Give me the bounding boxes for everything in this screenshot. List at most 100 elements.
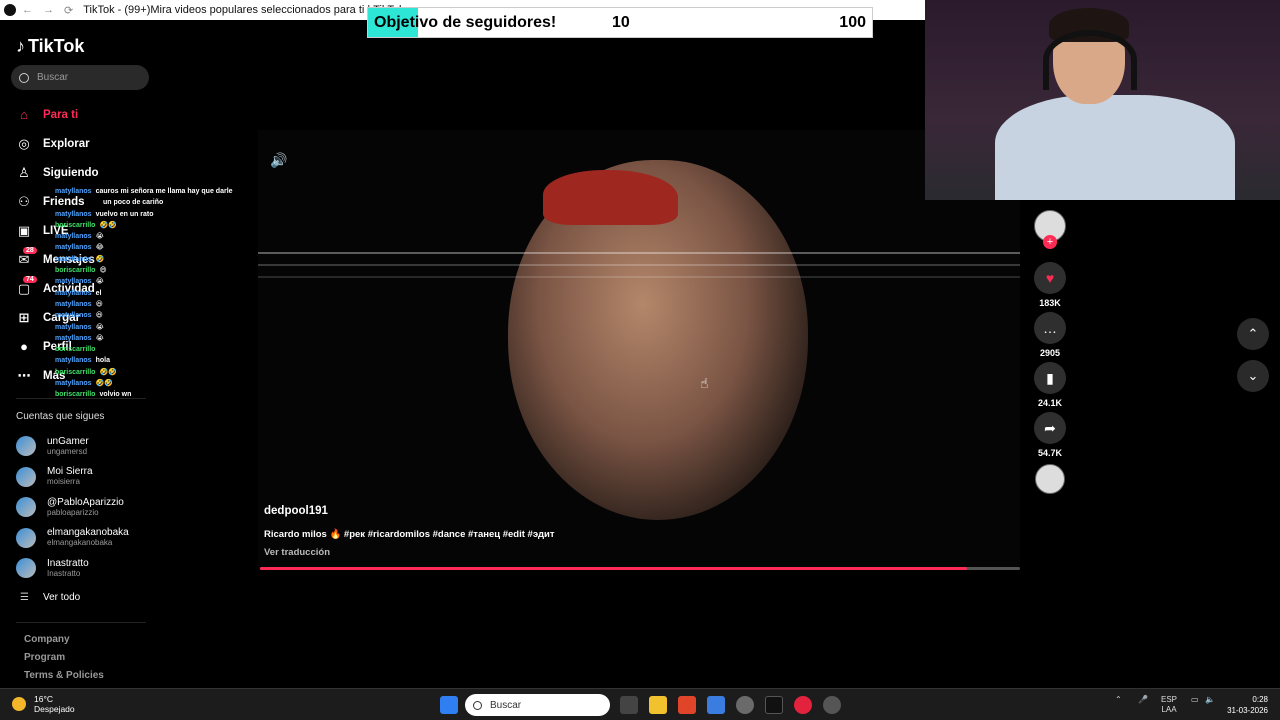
bookmark-icon: ▮ — [1034, 362, 1066, 394]
clock-time: 0:28 — [1252, 695, 1268, 704]
chat-text: 🤣🤣 — [99, 368, 117, 376]
chat-text: volvio wn — [99, 391, 132, 399]
account-handle: ungamersd — [47, 446, 88, 456]
windows-start-icon[interactable] — [440, 696, 458, 714]
goal-current: 10 — [612, 13, 630, 31]
following-account[interactable]: unGamer ungamersd — [16, 431, 166, 462]
friends-icon: ⚇ — [18, 193, 30, 209]
chat-message: matyllanos cauros mi señora me llama hay … — [55, 186, 255, 197]
taskbar-search[interactable]: Buscar — [465, 694, 610, 716]
youtube-music-icon[interactable] — [794, 696, 812, 714]
tiktok-taskbar-icon[interactable] — [765, 696, 783, 714]
chat-username: boriscarrillo — [55, 391, 96, 399]
translate-link[interactable]: Ver traducción — [264, 547, 330, 558]
network-icon[interactable]: ▭ — [1191, 695, 1199, 704]
comment-button[interactable]: … 2905 — [1030, 312, 1070, 362]
chat-message: matyllanos 😭 — [55, 333, 255, 344]
nav-item-user-follow[interactable]: ♙ Siguiendo — [16, 158, 156, 187]
file-explorer-icon[interactable] — [649, 696, 667, 714]
video-progress-fill — [260, 567, 967, 570]
following-account[interactable]: Moi Sierra moisierra — [16, 462, 166, 493]
divider — [16, 622, 146, 623]
tiktok-logo[interactable]: ♪ TikTok — [16, 36, 84, 57]
windows-taskbar: 16°C Despejado Buscar ⌃ 🎤 ESP LAA ▭ 🔈 0:… — [0, 688, 1280, 720]
chat-username: matyllanos — [55, 278, 92, 286]
nav-label: Para ti — [43, 108, 79, 121]
volume-icon[interactable]: 🔊 — [270, 152, 287, 169]
following-account[interactable]: elmangakanobaka elmangakanobaka — [16, 523, 166, 554]
chat-message: matyllanos vuelvo en un rato — [55, 209, 255, 220]
chat-username: boriscarrillo — [55, 346, 96, 354]
see-all-button[interactable]: ☰ Ver todo — [20, 592, 80, 603]
footer-link[interactable]: Terms & Policies — [24, 670, 104, 688]
video-author[interactable]: dedpool191 — [264, 505, 328, 517]
heart-button[interactable]: ♥ 183K — [1030, 262, 1070, 312]
video-caption: Ricardo milos 🔥 #рек #ricardomilos #danc… — [264, 529, 555, 540]
chat-message: matyllanos 😭 — [55, 276, 255, 287]
tiktok-favicon-icon — [4, 4, 16, 16]
store-icon[interactable] — [707, 696, 725, 714]
sound-disc-avatar[interactable] — [1035, 464, 1065, 494]
search-input[interactable]: Buscar — [11, 65, 149, 90]
chat-username: matyllanos — [55, 188, 92, 195]
chat-text: 🤣🤣 — [95, 380, 114, 388]
weather-desc: Despejado — [34, 704, 75, 714]
chat-text: 🤣🤣 — [99, 221, 117, 229]
live-icon: ▣ — [17, 222, 31, 238]
moon-weather-icon — [12, 697, 26, 711]
chat-message: matyllanos 😭 — [55, 231, 255, 242]
chevron-up-icon[interactable]: ⌃ — [1115, 695, 1122, 704]
microphone-icon[interactable]: 🎤 — [1138, 695, 1148, 704]
chat-text: cauros mi señora me llama hay que darle — [95, 188, 233, 195]
chat-username: matyllanos — [55, 300, 92, 308]
footer-link[interactable]: Program — [24, 652, 104, 670]
chat-message: matyllanos 😭 — [55, 322, 255, 333]
back-arrow-icon[interactable]: ← — [22, 4, 33, 16]
app-icon[interactable] — [823, 696, 841, 714]
account-name: elmangakanobaka — [47, 527, 129, 539]
account-name: Inastratto — [47, 557, 89, 569]
notification-badge: 74 — [23, 276, 37, 283]
share-button[interactable]: ➦ 54.7K — [1030, 412, 1070, 462]
account-handle: Inastratto — [47, 568, 81, 578]
footer-link[interactable]: Company — [24, 634, 104, 652]
video-player[interactable] — [258, 130, 1020, 570]
following-account[interactable]: @PabloAparizzio pabloaparizzio — [16, 492, 166, 523]
language-indicator[interactable]: ESP LAA — [1161, 695, 1177, 715]
video-progress-bar[interactable] — [260, 567, 1020, 570]
action-count: 24.1K — [1037, 398, 1063, 408]
previous-video-button[interactable]: ⌃ — [1237, 318, 1269, 350]
follow-plus-icon[interactable]: + — [1043, 235, 1057, 249]
task-view-icon[interactable] — [620, 696, 638, 714]
chat-username: matyllanos — [55, 312, 92, 320]
forward-arrow-icon[interactable]: → — [43, 4, 54, 16]
chat-text: 😂 — [95, 244, 104, 252]
speaker-icon[interactable]: 🔈 — [1205, 695, 1215, 704]
creator-avatar[interactable]: + — [1034, 210, 1066, 249]
chat-message: boriscarrillo 🤣🤣 — [55, 367, 255, 378]
bookmark-button[interactable]: ▮ 24.1K — [1030, 362, 1070, 412]
webcam-headset — [1043, 30, 1137, 90]
chat-text: 😭 — [95, 233, 104, 241]
video-actions: + ♥ 183K … 2905 ▮ 24.1K ➦ 54.7K — [1030, 210, 1070, 494]
notification-badge: 28 — [23, 247, 37, 254]
following-account[interactable]: Inastratto Inastratto — [16, 553, 166, 584]
avatar — [16, 497, 36, 518]
weather-widget[interactable]: 16°C Despejado — [12, 694, 75, 714]
obs-icon[interactable] — [736, 696, 754, 714]
next-video-button[interactable]: ⌄ — [1237, 360, 1269, 392]
chat-username: boriscarrillo — [55, 221, 96, 229]
clock-date: 31-03-2026 — [1227, 706, 1268, 715]
webcam-feed — [925, 0, 1280, 200]
nav-item-home[interactable]: ⌂ Para ti — [16, 100, 156, 129]
brand-name: TikTok — [28, 36, 85, 56]
chat-text: 😭 — [95, 334, 104, 342]
user-follow-icon: ♙ — [18, 164, 30, 180]
reload-icon[interactable]: ⟳ — [64, 4, 73, 17]
chat-message: boriscarrillo volvio wn — [55, 389, 255, 400]
brave-browser-icon[interactable] — [678, 696, 696, 714]
nav-item-compass[interactable]: ◎ Explorar — [16, 129, 156, 158]
taskbar-clock[interactable]: 0:28 31-03-2026 — [1227, 694, 1268, 716]
hand-cursor-icon: ☝ — [700, 375, 709, 391]
chat-text: hola — [95, 357, 110, 365]
